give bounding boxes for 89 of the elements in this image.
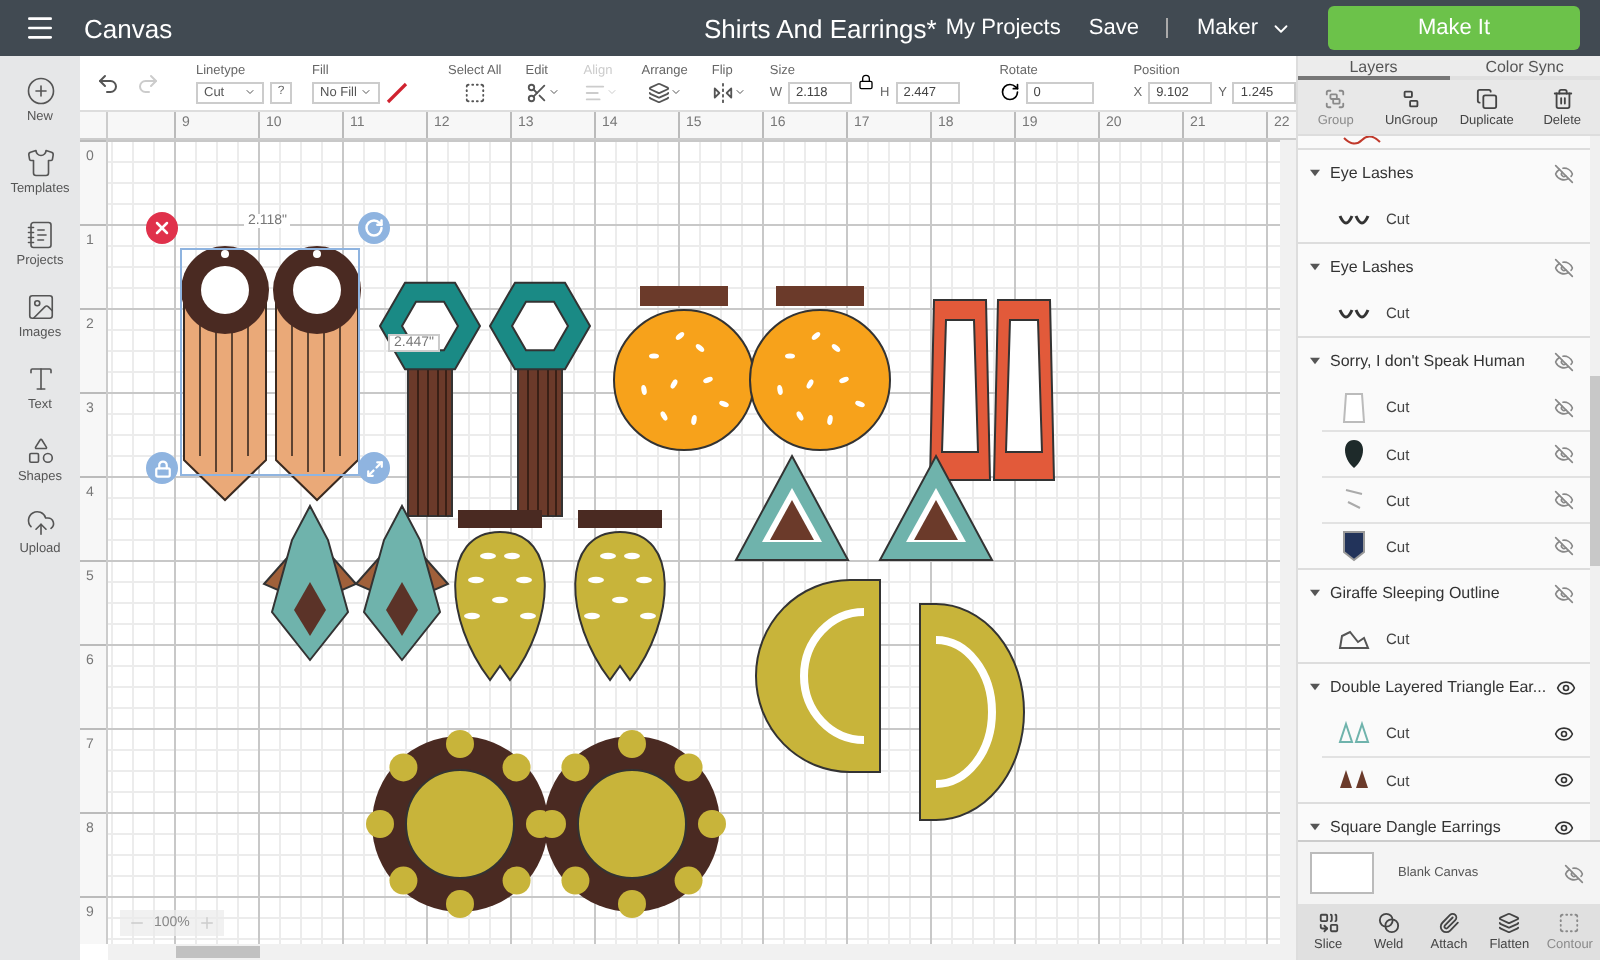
new-icon xyxy=(25,76,55,106)
app-title: Canvas xyxy=(84,13,175,43)
group-icon xyxy=(1324,87,1347,109)
caret-icon[interactable] xyxy=(1310,356,1320,366)
top-link[interactable]: Save xyxy=(1088,16,1139,40)
earring-pair-drawing[interactable] xyxy=(613,286,891,451)
align-icon xyxy=(583,81,606,103)
no-fill-swatch-icon[interactable] xyxy=(386,81,408,103)
eye-hidden-icon[interactable] xyxy=(1554,444,1574,464)
layer-name: Giraffe Sleeping Outline xyxy=(1330,584,1502,602)
earring-pair-drawing[interactable] xyxy=(454,510,666,681)
slice-icon xyxy=(1317,912,1340,934)
eye-hidden-icon[interactable] xyxy=(1554,257,1574,277)
layer-thumbnail xyxy=(1338,530,1370,562)
resize-handle[interactable] xyxy=(358,452,390,484)
layer-name: Square Dangle Earrings xyxy=(1330,818,1503,836)
project-title: Shirts And Earrings* xyxy=(704,13,939,43)
vertical-scrollbar[interactable] xyxy=(1280,140,1296,960)
eye-hidden-icon[interactable] xyxy=(1554,163,1574,183)
rotate-handle[interactable] xyxy=(358,212,390,244)
layer-name: Eye Lashes xyxy=(1330,258,1416,276)
horizontal-scrollbar[interactable] xyxy=(108,944,1280,960)
lock-icon[interactable] xyxy=(858,74,875,90)
contour-icon xyxy=(1558,912,1581,934)
eye-hidden-icon[interactable] xyxy=(1554,536,1574,556)
undo-button[interactable] xyxy=(96,71,120,95)
caret-icon xyxy=(360,86,372,98)
eye-hidden-icon[interactable] xyxy=(1554,583,1574,603)
caret-icon[interactable] xyxy=(1310,682,1320,692)
arrange-icon xyxy=(647,81,670,103)
eye-hidden-icon[interactable] xyxy=(1554,397,1574,417)
canvas-thumbnail xyxy=(1310,852,1374,894)
trash-icon xyxy=(1551,87,1574,109)
caret-icon xyxy=(733,86,746,98)
caret-icon[interactable] xyxy=(1310,822,1320,832)
flatten-icon xyxy=(1498,912,1521,934)
earring-pair-drawing[interactable] xyxy=(928,299,1056,481)
panel-tab[interactable]: Layers xyxy=(1298,56,1449,80)
toolbar-button[interactable] xyxy=(525,81,560,103)
notebook-icon xyxy=(25,220,55,250)
layer-thumbnail xyxy=(1338,717,1370,749)
caret-icon xyxy=(244,86,256,98)
menu-icon[interactable] xyxy=(24,12,56,44)
scrollbar-thumb[interactable] xyxy=(1590,376,1600,566)
eye-hidden-icon[interactable] xyxy=(1554,490,1574,510)
caret-icon xyxy=(605,86,618,98)
eye-hidden-icon[interactable] xyxy=(1554,351,1574,371)
eye-icon[interactable] xyxy=(1554,770,1574,790)
shapes-icon xyxy=(25,436,55,466)
close-handle[interactable] xyxy=(146,212,178,244)
layer-thumbnail xyxy=(1338,213,1370,225)
eye-hidden-icon[interactable] xyxy=(1564,863,1584,883)
toolbar-button[interactable] xyxy=(711,81,746,103)
earring-pair-drawing[interactable] xyxy=(262,503,450,662)
duplicate-icon xyxy=(1475,87,1498,109)
shirt-icon xyxy=(25,148,55,178)
top-link[interactable]: My Projects xyxy=(945,16,1061,40)
rotate-icon xyxy=(999,82,1020,102)
layer-name: Double Layered Triangle Ear... xyxy=(1330,678,1547,696)
eye-icon[interactable] xyxy=(1554,817,1574,837)
layer-name: Eye Lashes xyxy=(1330,164,1416,182)
ungroup-icon xyxy=(1400,87,1423,109)
lock-handle[interactable] xyxy=(146,452,178,484)
eye-icon[interactable] xyxy=(1554,723,1574,743)
caret-icon[interactable] xyxy=(1310,168,1320,178)
panel-tab[interactable]: Color Sync xyxy=(1449,56,1600,80)
scrollbar-thumb[interactable] xyxy=(176,946,260,958)
caret-icon[interactable] xyxy=(1310,262,1320,272)
weld-icon xyxy=(1377,912,1400,934)
select-all-icon xyxy=(463,81,486,103)
eye-icon[interactable] xyxy=(1556,677,1577,697)
earring-pair-drawing[interactable] xyxy=(378,281,592,517)
earring-pair-drawing[interactable] xyxy=(755,579,1025,821)
flip-icon xyxy=(711,81,734,103)
earring-pair-drawing[interactable] xyxy=(734,453,994,561)
machine-dropdown[interactable]: Maker xyxy=(1196,16,1292,40)
layer-thumbnail xyxy=(1338,307,1370,319)
caret-icon xyxy=(547,86,560,98)
caret-icon[interactable] xyxy=(1310,588,1320,598)
caret-icon xyxy=(669,86,682,98)
upload-icon xyxy=(25,508,55,538)
text-icon xyxy=(25,364,55,394)
layer-thumbnail xyxy=(1342,136,1382,148)
attach-icon xyxy=(1438,912,1460,934)
earring-pair-drawing[interactable] xyxy=(366,730,726,918)
image-icon xyxy=(25,292,55,322)
layer-thumbnail xyxy=(1338,391,1370,423)
edit-icon xyxy=(525,81,548,103)
layer-name: Sorry, I don't Speak Human xyxy=(1330,352,1527,370)
